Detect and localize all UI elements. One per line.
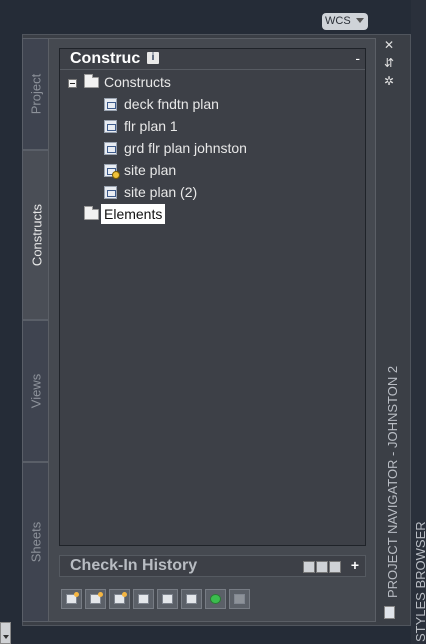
tree-item-elements-label: Elements (101, 204, 166, 224)
tree-title: Construc (70, 50, 141, 67)
checkin-details-icon[interactable] (329, 561, 341, 573)
disabled-icon (234, 594, 245, 604)
collapse-button[interactable]: - (355, 50, 360, 66)
corner-dropdown-button[interactable] (0, 622, 11, 644)
project-navigator-title: PROJECT NAVIGATOR - JOHNSTON 2 (385, 365, 400, 598)
sheet-set-icon (186, 594, 197, 604)
settings-icon[interactable]: ✲ (384, 74, 394, 88)
construct-icon (104, 142, 117, 155)
constructs-tree-panel: Construc i - Constructs deck fndtn plan … (59, 48, 366, 546)
tree-root-constructs[interactable]: Constructs (60, 72, 360, 92)
checkin-view-icon[interactable] (303, 561, 315, 573)
repath-button[interactable] (157, 589, 178, 609)
open-folder-icon (84, 74, 99, 88)
construct-warning-icon (104, 164, 120, 179)
tree-root-label: Constructs (104, 74, 171, 90)
collapse-node-icon[interactable] (68, 79, 77, 88)
tree-item[interactable]: site plan (60, 160, 360, 180)
construct-icon (104, 120, 117, 133)
pin-icon[interactable]: ⇵ (384, 56, 394, 70)
tree-item[interactable]: grd flr plan johnston (60, 138, 360, 158)
sheet-set-button[interactable] (181, 589, 202, 609)
tab-sheets[interactable]: Sheets (22, 462, 49, 622)
refresh-button[interactable] (205, 589, 226, 609)
construct-icon (104, 98, 117, 111)
repath-icon (162, 594, 173, 604)
close-icon[interactable]: ✕ (384, 38, 394, 52)
tree-item[interactable]: flr plan 1 (60, 116, 360, 136)
tab-views[interactable]: Views (22, 320, 49, 462)
checkin-history-icons (302, 560, 341, 578)
tree-item-label: grd flr plan johnston (124, 140, 247, 156)
checkin-history-bar[interactable]: Check-In History + (59, 555, 366, 577)
tree-item[interactable]: site plan (2) (60, 182, 360, 202)
checkin-history-title: Check-In History (70, 557, 198, 574)
wcs-label: WCS (325, 15, 351, 27)
properties-icon (138, 594, 149, 604)
styles-browser-title: STYLES BROWSER (413, 521, 426, 642)
styles-browser-strip[interactable]: STYLES BROWSER (411, 0, 426, 644)
tab-constructs[interactable]: Constructs (22, 150, 50, 320)
tree-item-label: flr plan 1 (124, 118, 178, 134)
tree-item-label: site plan (124, 162, 177, 178)
tree-item[interactable]: deck fndtn plan (60, 94, 360, 114)
project-navigator-icon (384, 606, 395, 619)
new-construct-button[interactable] (61, 589, 82, 609)
expand-button[interactable]: + (351, 557, 359, 573)
tree-item-label: site plan (2) (124, 184, 198, 200)
tab-sheets-label: Sheets (28, 521, 44, 563)
tab-project-label: Project (28, 73, 44, 115)
checkin-list-icon[interactable] (316, 561, 328, 573)
properties-button[interactable] (133, 589, 154, 609)
construct-icon (104, 186, 117, 199)
info-icon[interactable]: i (147, 52, 159, 64)
tree-item-elements[interactable]: Elements (60, 204, 360, 224)
tab-constructs-label: Constructs (29, 203, 44, 267)
tab-views-label: Views (28, 373, 44, 409)
wcs-dropdown[interactable]: WCS (322, 13, 368, 30)
refresh-icon (210, 594, 221, 604)
chevron-down-icon (356, 18, 364, 23)
tree-header: Construc i - (60, 49, 365, 70)
folder-icon (84, 206, 99, 220)
new-category-button[interactable] (109, 589, 130, 609)
tree-item-label: deck fndtn plan (124, 96, 219, 112)
new-element-button[interactable] (85, 589, 106, 609)
disabled-button (229, 589, 250, 609)
tab-project[interactable]: Project (22, 38, 49, 150)
